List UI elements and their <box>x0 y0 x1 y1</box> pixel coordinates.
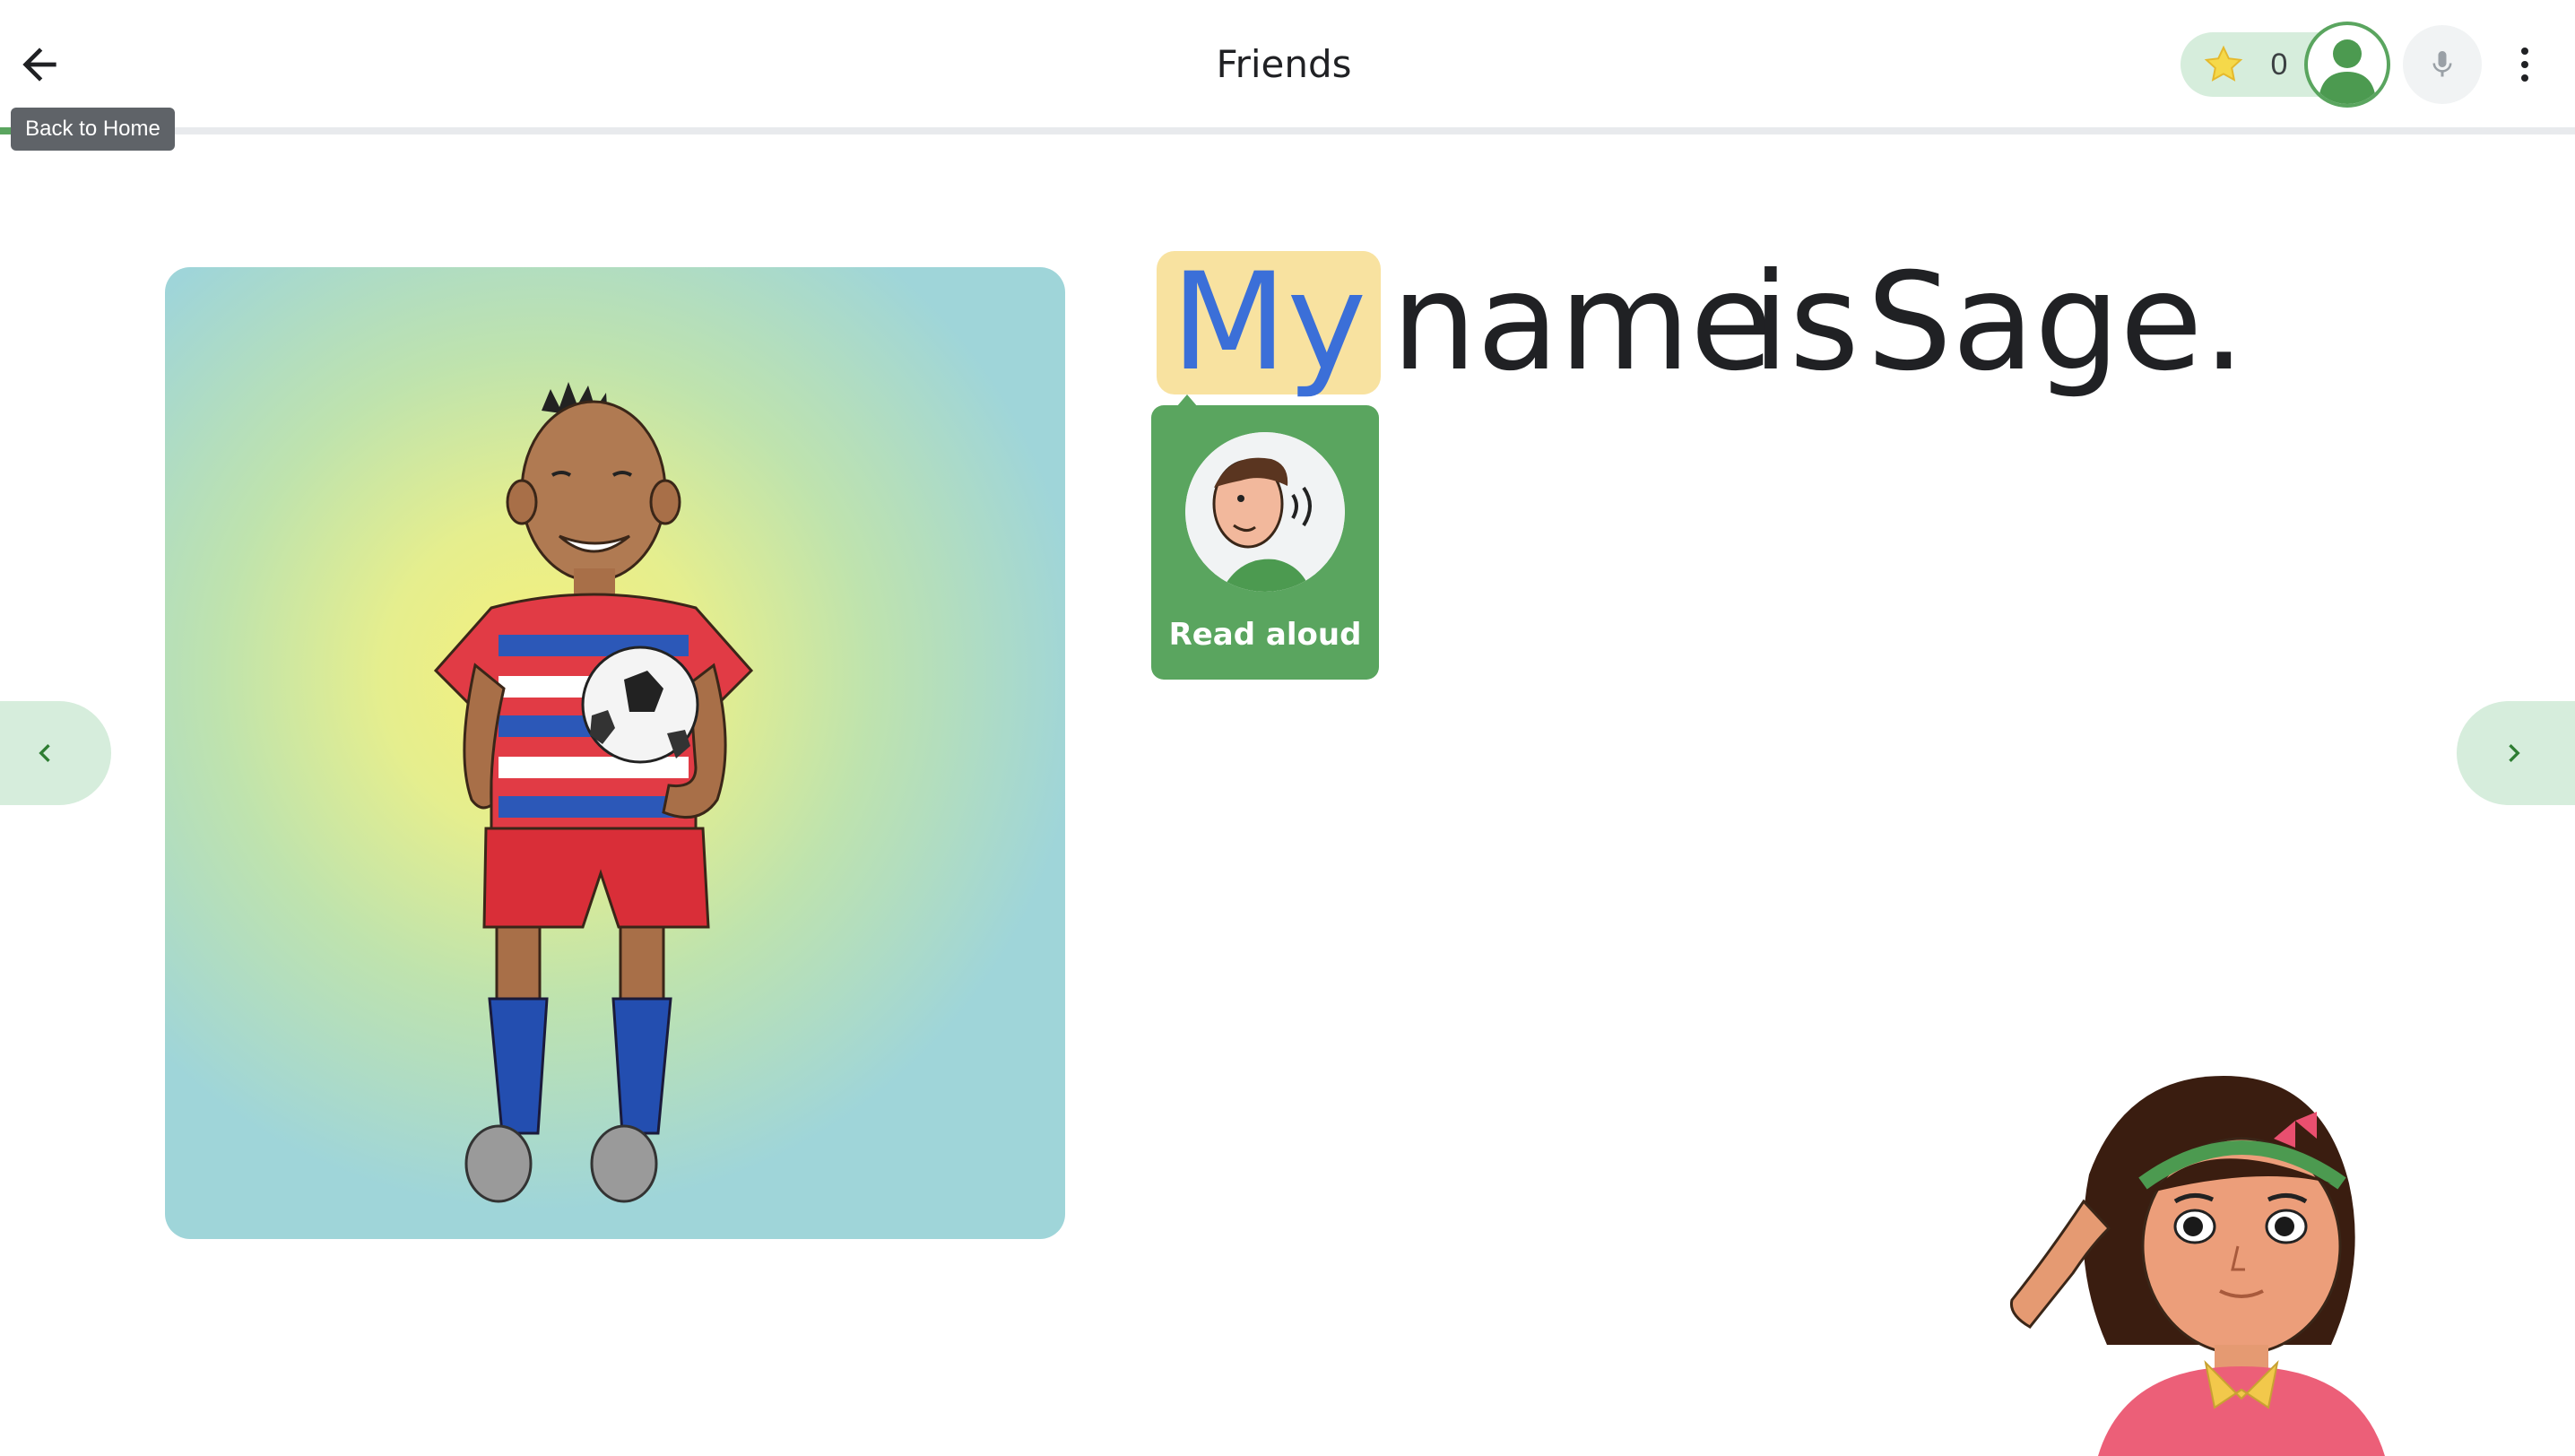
page-title: Friends <box>1216 42 1352 86</box>
speaking-face-icon <box>1185 432 1345 592</box>
more-vert-icon-dot <box>2521 74 2528 82</box>
back-tooltip: Back to Home <box>11 108 175 151</box>
read-aloud-avatar <box>1185 432 1345 592</box>
word-sage[interactable]: Sage. <box>1867 251 2245 394</box>
top-bar: Friends 0 <box>0 0 2575 134</box>
more-options-button[interactable] <box>2500 32 2550 97</box>
microphone-icon <box>2432 51 2452 77</box>
story-illustration <box>165 267 1065 1239</box>
sentence: My name is Sage. <box>1157 251 2322 403</box>
star-icon <box>2204 45 2243 82</box>
word-is[interactable]: is <box>1752 251 1860 394</box>
read-aloud-pointer <box>1176 394 1198 407</box>
chevron-right-icon <box>2509 744 2520 762</box>
user-avatar-icon <box>2319 39 2376 104</box>
next-page-button[interactable] <box>2457 701 2575 805</box>
chevron-left-icon <box>39 744 50 762</box>
more-vert-icon-dot <box>2521 61 2528 68</box>
back-button[interactable] <box>7 32 72 97</box>
previous-page-button[interactable] <box>0 701 111 805</box>
word-name[interactable]: name <box>1392 251 1773 394</box>
stars-count: 0 <box>2270 48 2288 82</box>
read-aloud-button[interactable]: Read aloud <box>1151 394 1379 680</box>
arrow-left-icon <box>22 48 56 82</box>
user-avatar-button[interactable] <box>2304 22 2390 108</box>
boy-with-soccer-ball-illustration <box>433 382 754 1203</box>
word-my[interactable]: My <box>1157 251 1382 394</box>
progress-bar <box>0 127 2575 134</box>
microphone-button[interactable] <box>2403 25 2482 104</box>
read-aloud-label: Read aloud <box>1168 617 1362 653</box>
guide-character <box>2008 1067 2421 1456</box>
girl-guide-illustration <box>2009 1076 2385 1456</box>
more-vert-icon <box>2521 48 2528 55</box>
